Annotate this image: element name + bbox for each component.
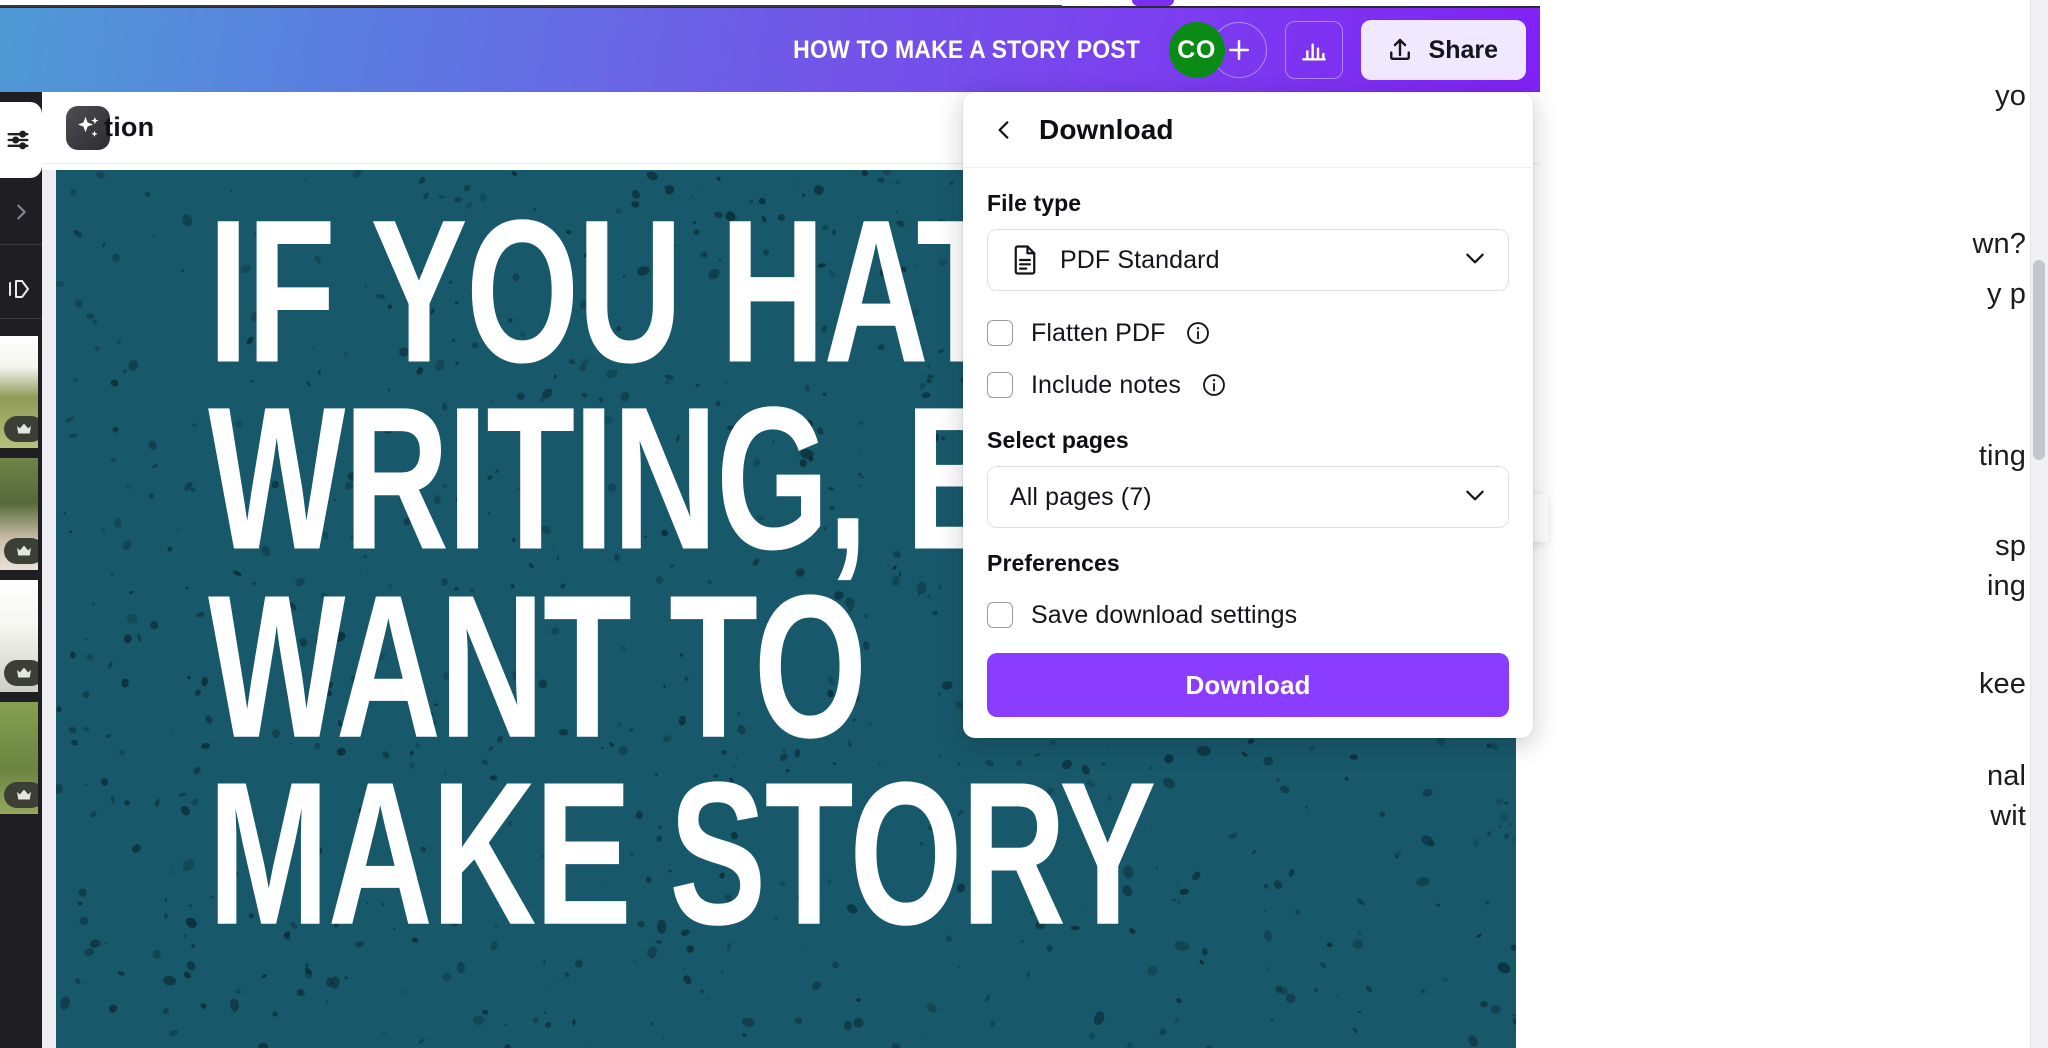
file-type-label: File type [987, 190, 1082, 216]
canvas-gutter [42, 170, 56, 1048]
browser-tab-strip [0, 0, 1062, 7]
background-text-fragment: y p [1987, 278, 2026, 310]
page-thumbnail-4[interactable] [0, 702, 38, 814]
expand-panel-button[interactable] [0, 268, 42, 310]
rail-divider [0, 244, 42, 245]
left-sidebar-rail [0, 92, 42, 1048]
page-scrollbar-thumb[interactable] [2033, 260, 2045, 460]
preference-0-checkbox[interactable] [987, 602, 1013, 628]
info-icon[interactable] [1201, 372, 1227, 398]
analytics-button[interactable] [1284, 21, 1343, 79]
chevron-down-icon [1462, 482, 1488, 513]
crown-icon [4, 416, 38, 442]
chevron-left-icon [998, 120, 1009, 139]
canva-editor-window: yo wn? y p ting sp ing kee nal wit HOW TO MAKE A… [0, 0, 2048, 1048]
page-scrollbar-track[interactable] [2030, 0, 2048, 1048]
select-pages-label: Select pages [987, 427, 1129, 453]
bar-chart-icon [1301, 43, 1326, 61]
background-text-fragment: sp [1995, 530, 2026, 562]
pdf-file-icon [1010, 244, 1040, 276]
pdf-option-1-row[interactable]: Include notes [987, 359, 1509, 411]
info-icon[interactable] [1185, 320, 1211, 346]
sliders-tool-button[interactable] [0, 102, 42, 178]
page-thumbnail-2[interactable] [0, 458, 38, 570]
browser-tab-indicator [1132, 0, 1174, 6]
page-thumbnail-1[interactable] [0, 336, 38, 448]
pdf-option-0-label: Flatten PDF [1031, 318, 1166, 347]
back-button[interactable] [987, 113, 1021, 147]
rail-divider [0, 318, 42, 319]
panel-title: Download [1039, 113, 1174, 145]
toolbar-label: tion [104, 112, 155, 142]
sliders-icon [7, 130, 29, 150]
background-text-fragment: ing [1987, 570, 2026, 602]
crown-icon [4, 538, 38, 564]
chevron-right-icon [17, 204, 26, 220]
pdf-options-list: Flatten PDF Include notes [987, 307, 1509, 411]
chevron-down-icon [1462, 245, 1488, 276]
file-type-value: PDF Standard [1060, 245, 1220, 274]
expand-panel-icon [9, 280, 29, 298]
background-text-fragment: wn? [1972, 228, 2026, 260]
select-pages-select[interactable]: All pages (7) [987, 466, 1509, 528]
background-text-fragment: yo [1995, 80, 2026, 112]
upload-icon [1389, 38, 1410, 60]
plus-icon [1228, 40, 1249, 60]
collaborator-group: CO [1168, 22, 1267, 78]
download-panel-header: Download [963, 92, 1533, 168]
background-text-fragment: wit [1990, 800, 2026, 832]
file-type-select[interactable]: PDF Standard [987, 229, 1509, 291]
background-text-fragment: nal [1987, 760, 2026, 792]
crown-icon [4, 660, 38, 686]
share-button-label: Share [1428, 35, 1498, 64]
preferences-options-list: Save download settings [987, 589, 1509, 641]
pdf-option-0-row[interactable]: Flatten PDF [987, 307, 1509, 359]
rail-next-button[interactable] [0, 192, 42, 232]
avatar[interactable]: CO [1168, 22, 1225, 78]
sparkle-icon [78, 116, 99, 137]
background-text-fragment: kee [1978, 668, 2026, 700]
background-text-fragment: ting [1978, 440, 2026, 472]
pdf-option-1-checkbox[interactable] [987, 372, 1013, 398]
share-button[interactable]: Share [1360, 20, 1526, 80]
preferences-label: Preferences [987, 550, 1120, 576]
download-button[interactable]: Download [987, 653, 1509, 717]
page-thumbnail-strip [0, 336, 42, 814]
pdf-option-0-checkbox[interactable] [987, 320, 1013, 346]
preference-0-row[interactable]: Save download settings [987, 589, 1509, 641]
download-panel-body: File type PDF Standard Flatten PDF Inclu… [963, 168, 1533, 738]
editor-topbar: HOW TO MAKE A STORY POST CO Share [0, 8, 1540, 92]
page-thumbnail-3[interactable] [0, 580, 38, 692]
crown-icon [4, 782, 38, 808]
download-panel: Download File type PDF Standard Flatten … [963, 92, 1533, 738]
select-pages-value: All pages (7) [1010, 482, 1152, 511]
document-title[interactable]: HOW TO MAKE A STORY POST [794, 36, 1141, 65]
pdf-option-1-label: Include notes [1031, 370, 1182, 399]
preference-0-label: Save download settings [1031, 600, 1298, 629]
